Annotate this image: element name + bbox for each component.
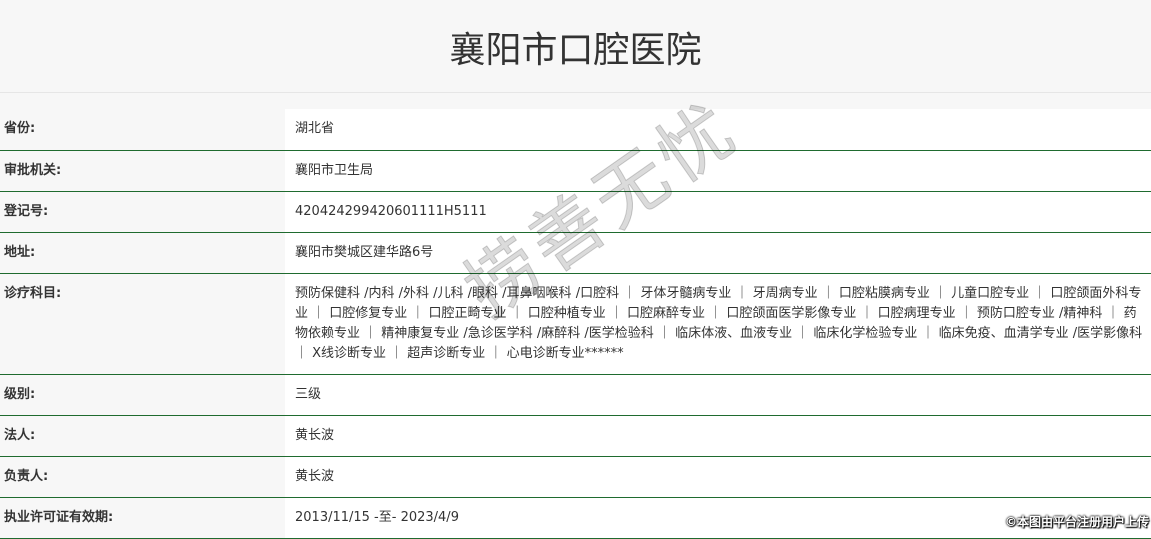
province-label: 省份: (0, 109, 285, 151)
table-row-level: 级别: 三级 (0, 374, 1151, 416)
approval-authority-label: 审批机关: (0, 150, 285, 192)
address-value: 襄阳市樊城区建华路6号 (285, 232, 1151, 274)
person-in-charge-label: 负责人: (0, 456, 285, 498)
table-row-registration-number: 登记号: 420424299420601111H5111 (0, 191, 1151, 233)
table-row-departments: 诊疗科目: 预防保健科 /内科 /外科 /儿科 /眼科 /耳鼻咽喉科 /口腔科 … (0, 273, 1151, 375)
legal-person-label: 法人: (0, 415, 285, 457)
registration-number-label: 登记号: (0, 191, 285, 233)
upload-credit: ©本图由平台注册用户上传 (1004, 515, 1149, 529)
departments-value: 预防保健科 /内科 /外科 /儿科 /眼科 /耳鼻咽喉科 /口腔科 ｜ 牙体牙髓… (285, 273, 1151, 375)
person-in-charge-value: 黄长波 (285, 456, 1151, 498)
page-title: 襄阳市口腔医院 (449, 30, 702, 71)
province-value: 湖北省 (285, 109, 1151, 151)
table-row-person-in-charge: 负责人: 黄长波 (0, 456, 1151, 498)
level-value: 三级 (285, 374, 1151, 416)
page-header: 襄阳市口腔医院 (0, 0, 1151, 93)
address-label: 地址: (0, 232, 285, 274)
departments-label: 诊疗科目: (0, 273, 285, 375)
level-label: 级别: (0, 374, 285, 416)
table-row-legal-person: 法人: 黄长波 (0, 415, 1151, 457)
table-row-approval-authority: 审批机关: 襄阳市卫生局 (0, 150, 1151, 192)
table-row-province: 省份: 湖北省 (0, 109, 1151, 151)
table-row-address: 地址: 襄阳市樊城区建华路6号 (0, 232, 1151, 274)
approval-authority-value: 襄阳市卫生局 (285, 150, 1151, 192)
registration-number-value: 420424299420601111H5111 (285, 191, 1151, 233)
hospital-info-table: 省份: 湖北省 审批机关: 襄阳市卫生局 登记号: 42042429942060… (0, 109, 1151, 539)
legal-person-value: 黄长波 (285, 415, 1151, 457)
